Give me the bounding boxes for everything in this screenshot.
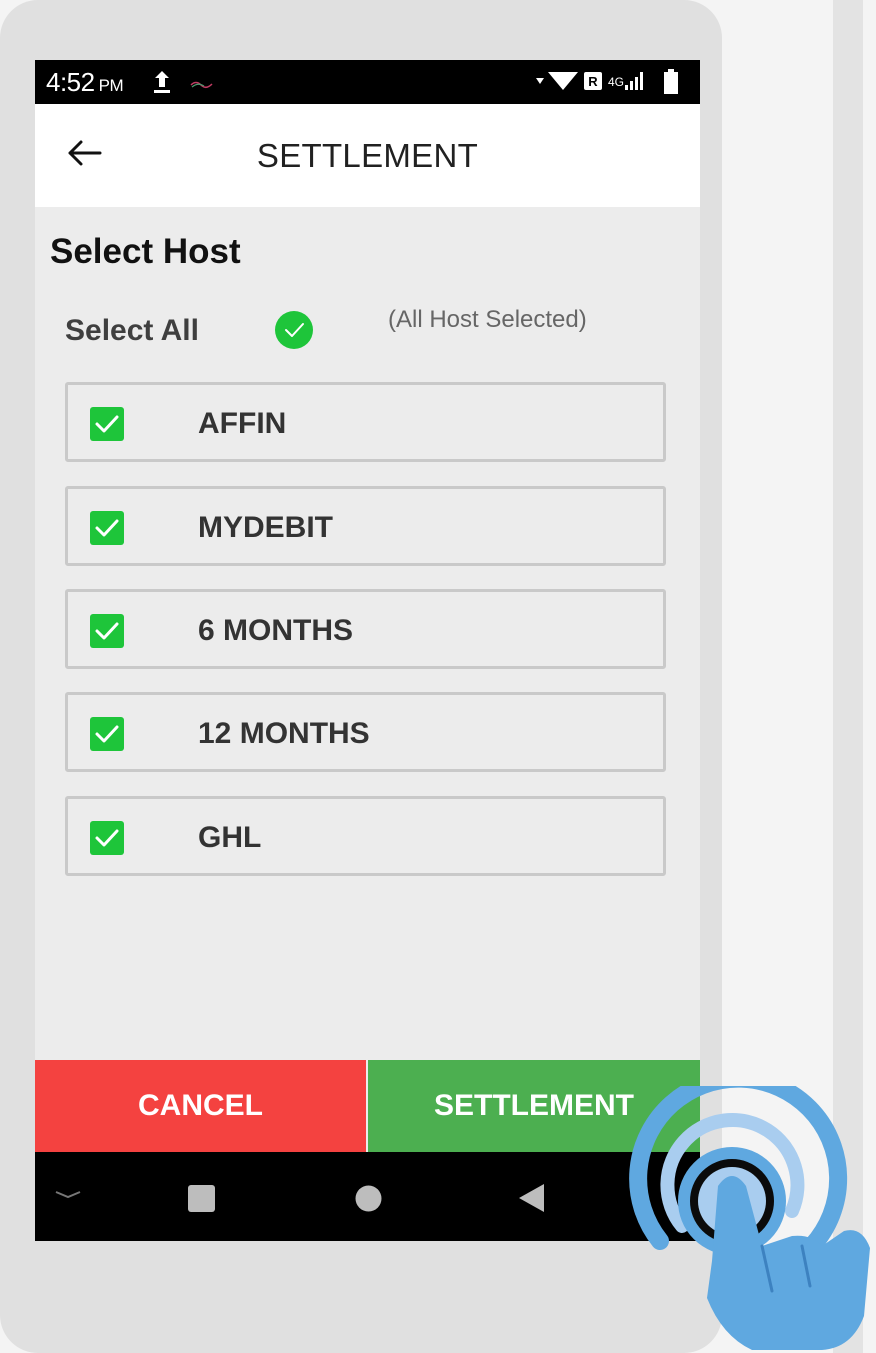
all-selected-note: (All Host Selected) — [388, 306, 587, 333]
host-row-ghl[interactable]: GHL — [65, 796, 666, 876]
host-label: 12 MONTHS — [198, 717, 370, 750]
system-nav-bar — [35, 1152, 700, 1241]
cancel-button[interactable]: CANCEL — [35, 1060, 366, 1152]
checkbox-checked-icon[interactable] — [90, 821, 124, 860]
status-time: 4:52 PM — [46, 67, 124, 100]
select-all-label[interactable]: Select All — [65, 314, 199, 348]
select-all-check-icon[interactable] — [274, 310, 314, 355]
svg-text:R: R — [588, 74, 598, 89]
select-host-heading: Select Host — [50, 232, 241, 271]
back-triangle-icon[interactable] — [517, 1183, 545, 1218]
home-circle-icon[interactable] — [355, 1185, 382, 1217]
host-label: GHL — [198, 821, 262, 854]
wifi-icon — [548, 72, 578, 90]
screenshot-canvas: 4:52 PM R 4G SETTLEMENT Select Host Sele… — [0, 0, 876, 1353]
notification-icon — [190, 76, 214, 94]
host-row-12-months[interactable]: 12 MONTHS — [65, 692, 666, 772]
chevron-down-icon[interactable] — [53, 1188, 83, 1207]
checkbox-checked-icon[interactable] — [90, 614, 124, 653]
status-ampm: PM — [98, 76, 124, 95]
status-clock: 4:52 — [46, 67, 95, 97]
status-indicators: R 4G — [532, 66, 692, 98]
roaming-icon: R — [584, 72, 602, 90]
host-row-affin[interactable]: AFFIN — [65, 382, 666, 462]
host-label: AFFIN — [198, 407, 287, 440]
checkbox-checked-icon[interactable] — [90, 407, 124, 446]
host-label: 6 MONTHS — [198, 614, 354, 647]
battery-icon — [664, 69, 678, 94]
recents-square-icon[interactable] — [188, 1185, 215, 1217]
network-type-label: 4G — [608, 75, 624, 89]
app-bar: SETTLEMENT — [35, 104, 700, 207]
host-label: MYDEBIT — [198, 511, 333, 544]
tap-gesture-icon — [612, 1069, 876, 1353]
status-bar: 4:52 PM R 4G — [35, 60, 700, 104]
checkbox-checked-icon[interactable] — [90, 717, 124, 756]
checkbox-checked-icon[interactable] — [90, 511, 124, 550]
phone-screen: 4:52 PM R 4G SETTLEMENT Select Host Sele… — [35, 60, 700, 1241]
signal-arrow-icon — [536, 78, 544, 84]
upload-icon — [152, 69, 172, 100]
cell-signal-icon — [625, 72, 643, 90]
page-title: SETTLEMENT — [256, 137, 479, 174]
host-row-mydebit[interactable]: MYDEBIT — [65, 486, 666, 566]
host-row-6-months[interactable]: 6 MONTHS — [65, 589, 666, 669]
